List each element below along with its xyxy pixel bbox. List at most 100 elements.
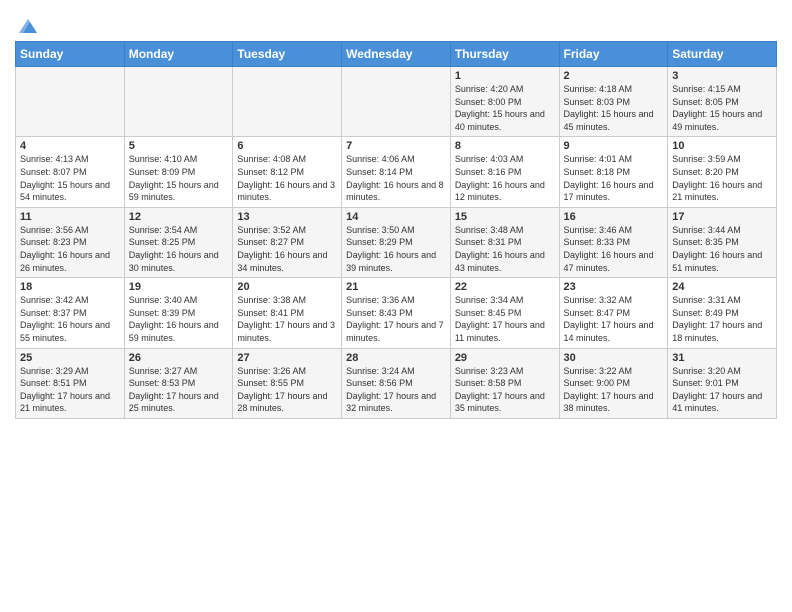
weekday-header-row: SundayMondayTuesdayWednesdayThursdayFrid… [16, 42, 777, 67]
day-info: Sunrise: 4:20 AMSunset: 8:00 PMDaylight:… [455, 83, 555, 133]
day-cell: 31Sunrise: 3:20 AMSunset: 9:01 PMDayligh… [668, 348, 777, 418]
day-number: 27 [237, 352, 337, 364]
day-cell [16, 67, 125, 137]
day-cell [342, 67, 451, 137]
day-number: 31 [672, 352, 772, 364]
day-cell: 16Sunrise: 3:46 AMSunset: 8:33 PMDayligh… [559, 207, 668, 277]
day-info: Sunrise: 3:26 AMSunset: 8:55 PMDaylight:… [237, 365, 337, 415]
day-info: Sunrise: 4:01 AMSunset: 8:18 PMDaylight:… [564, 153, 664, 203]
day-number: 18 [20, 281, 120, 293]
weekday-tuesday: Tuesday [233, 42, 342, 67]
week-row-5: 25Sunrise: 3:29 AMSunset: 8:51 PMDayligh… [16, 348, 777, 418]
day-cell: 21Sunrise: 3:36 AMSunset: 8:43 PMDayligh… [342, 278, 451, 348]
day-cell: 15Sunrise: 3:48 AMSunset: 8:31 PMDayligh… [450, 207, 559, 277]
day-info: Sunrise: 3:42 AMSunset: 8:37 PMDaylight:… [20, 294, 120, 344]
day-info: Sunrise: 3:56 AMSunset: 8:23 PMDaylight:… [20, 224, 120, 274]
day-info: Sunrise: 3:59 AMSunset: 8:20 PMDaylight:… [672, 153, 772, 203]
day-cell: 13Sunrise: 3:52 AMSunset: 8:27 PMDayligh… [233, 207, 342, 277]
day-cell: 11Sunrise: 3:56 AMSunset: 8:23 PMDayligh… [16, 207, 125, 277]
day-number: 22 [455, 281, 555, 293]
day-cell: 24Sunrise: 3:31 AMSunset: 8:49 PMDayligh… [668, 278, 777, 348]
day-cell: 6Sunrise: 4:08 AMSunset: 8:12 PMDaylight… [233, 137, 342, 207]
day-number: 29 [455, 352, 555, 364]
day-cell: 20Sunrise: 3:38 AMSunset: 8:41 PMDayligh… [233, 278, 342, 348]
day-info: Sunrise: 3:52 AMSunset: 8:27 PMDaylight:… [237, 224, 337, 274]
day-info: Sunrise: 3:48 AMSunset: 8:31 PMDaylight:… [455, 224, 555, 274]
day-cell: 18Sunrise: 3:42 AMSunset: 8:37 PMDayligh… [16, 278, 125, 348]
day-number: 4 [20, 140, 120, 152]
header [15, 10, 777, 33]
day-info: Sunrise: 3:22 AMSunset: 9:00 PMDaylight:… [564, 365, 664, 415]
day-info: Sunrise: 3:20 AMSunset: 9:01 PMDaylight:… [672, 365, 772, 415]
week-row-1: 1Sunrise: 4:20 AMSunset: 8:00 PMDaylight… [16, 67, 777, 137]
day-number: 13 [237, 211, 337, 223]
day-cell: 28Sunrise: 3:24 AMSunset: 8:56 PMDayligh… [342, 348, 451, 418]
weekday-wednesday: Wednesday [342, 42, 451, 67]
day-cell: 19Sunrise: 3:40 AMSunset: 8:39 PMDayligh… [124, 278, 233, 348]
day-cell: 29Sunrise: 3:23 AMSunset: 8:58 PMDayligh… [450, 348, 559, 418]
day-number: 16 [564, 211, 664, 223]
day-number: 14 [346, 211, 446, 223]
day-number: 15 [455, 211, 555, 223]
day-cell: 7Sunrise: 4:06 AMSunset: 8:14 PMDaylight… [342, 137, 451, 207]
day-cell: 27Sunrise: 3:26 AMSunset: 8:55 PMDayligh… [233, 348, 342, 418]
day-cell: 23Sunrise: 3:32 AMSunset: 8:47 PMDayligh… [559, 278, 668, 348]
day-cell: 26Sunrise: 3:27 AMSunset: 8:53 PMDayligh… [124, 348, 233, 418]
day-number: 11 [20, 211, 120, 223]
day-info: Sunrise: 3:24 AMSunset: 8:56 PMDaylight:… [346, 365, 446, 415]
day-cell: 14Sunrise: 3:50 AMSunset: 8:29 PMDayligh… [342, 207, 451, 277]
day-number: 19 [129, 281, 229, 293]
day-cell: 9Sunrise: 4:01 AMSunset: 8:18 PMDaylight… [559, 137, 668, 207]
day-cell [124, 67, 233, 137]
day-info: Sunrise: 3:46 AMSunset: 8:33 PMDaylight:… [564, 224, 664, 274]
day-info: Sunrise: 4:13 AMSunset: 8:07 PMDaylight:… [20, 153, 120, 203]
day-info: Sunrise: 3:44 AMSunset: 8:35 PMDaylight:… [672, 224, 772, 274]
day-info: Sunrise: 4:08 AMSunset: 8:12 PMDaylight:… [237, 153, 337, 203]
day-cell: 12Sunrise: 3:54 AMSunset: 8:25 PMDayligh… [124, 207, 233, 277]
day-info: Sunrise: 3:40 AMSunset: 8:39 PMDaylight:… [129, 294, 229, 344]
day-info: Sunrise: 3:27 AMSunset: 8:53 PMDaylight:… [129, 365, 229, 415]
logo [15, 15, 39, 33]
week-row-4: 18Sunrise: 3:42 AMSunset: 8:37 PMDayligh… [16, 278, 777, 348]
day-cell: 1Sunrise: 4:20 AMSunset: 8:00 PMDaylight… [450, 67, 559, 137]
day-info: Sunrise: 4:10 AMSunset: 8:09 PMDaylight:… [129, 153, 229, 203]
calendar-table: SundayMondayTuesdayWednesdayThursdayFrid… [15, 41, 777, 419]
day-number: 26 [129, 352, 229, 364]
day-info: Sunrise: 4:06 AMSunset: 8:14 PMDaylight:… [346, 153, 446, 203]
day-number: 2 [564, 70, 664, 82]
day-info: Sunrise: 4:18 AMSunset: 8:03 PMDaylight:… [564, 83, 664, 133]
page: SundayMondayTuesdayWednesdayThursdayFrid… [0, 0, 792, 612]
day-info: Sunrise: 3:36 AMSunset: 8:43 PMDaylight:… [346, 294, 446, 344]
day-cell: 2Sunrise: 4:18 AMSunset: 8:03 PMDaylight… [559, 67, 668, 137]
day-info: Sunrise: 4:03 AMSunset: 8:16 PMDaylight:… [455, 153, 555, 203]
day-cell [233, 67, 342, 137]
day-cell: 10Sunrise: 3:59 AMSunset: 8:20 PMDayligh… [668, 137, 777, 207]
day-cell: 25Sunrise: 3:29 AMSunset: 8:51 PMDayligh… [16, 348, 125, 418]
day-info: Sunrise: 3:54 AMSunset: 8:25 PMDaylight:… [129, 224, 229, 274]
day-number: 25 [20, 352, 120, 364]
day-info: Sunrise: 3:50 AMSunset: 8:29 PMDaylight:… [346, 224, 446, 274]
day-info: Sunrise: 3:29 AMSunset: 8:51 PMDaylight:… [20, 365, 120, 415]
day-number: 17 [672, 211, 772, 223]
day-info: Sunrise: 3:32 AMSunset: 8:47 PMDaylight:… [564, 294, 664, 344]
day-cell: 8Sunrise: 4:03 AMSunset: 8:16 PMDaylight… [450, 137, 559, 207]
day-number: 28 [346, 352, 446, 364]
day-cell: 4Sunrise: 4:13 AMSunset: 8:07 PMDaylight… [16, 137, 125, 207]
day-number: 3 [672, 70, 772, 82]
day-number: 9 [564, 140, 664, 152]
day-number: 6 [237, 140, 337, 152]
day-info: Sunrise: 3:23 AMSunset: 8:58 PMDaylight:… [455, 365, 555, 415]
day-number: 1 [455, 70, 555, 82]
day-number: 10 [672, 140, 772, 152]
weekday-saturday: Saturday [668, 42, 777, 67]
day-info: Sunrise: 3:31 AMSunset: 8:49 PMDaylight:… [672, 294, 772, 344]
weekday-sunday: Sunday [16, 42, 125, 67]
day-cell: 30Sunrise: 3:22 AMSunset: 9:00 PMDayligh… [559, 348, 668, 418]
week-row-2: 4Sunrise: 4:13 AMSunset: 8:07 PMDaylight… [16, 137, 777, 207]
day-info: Sunrise: 3:34 AMSunset: 8:45 PMDaylight:… [455, 294, 555, 344]
day-number: 24 [672, 281, 772, 293]
day-number: 21 [346, 281, 446, 293]
day-cell: 5Sunrise: 4:10 AMSunset: 8:09 PMDaylight… [124, 137, 233, 207]
day-number: 7 [346, 140, 446, 152]
day-cell: 22Sunrise: 3:34 AMSunset: 8:45 PMDayligh… [450, 278, 559, 348]
